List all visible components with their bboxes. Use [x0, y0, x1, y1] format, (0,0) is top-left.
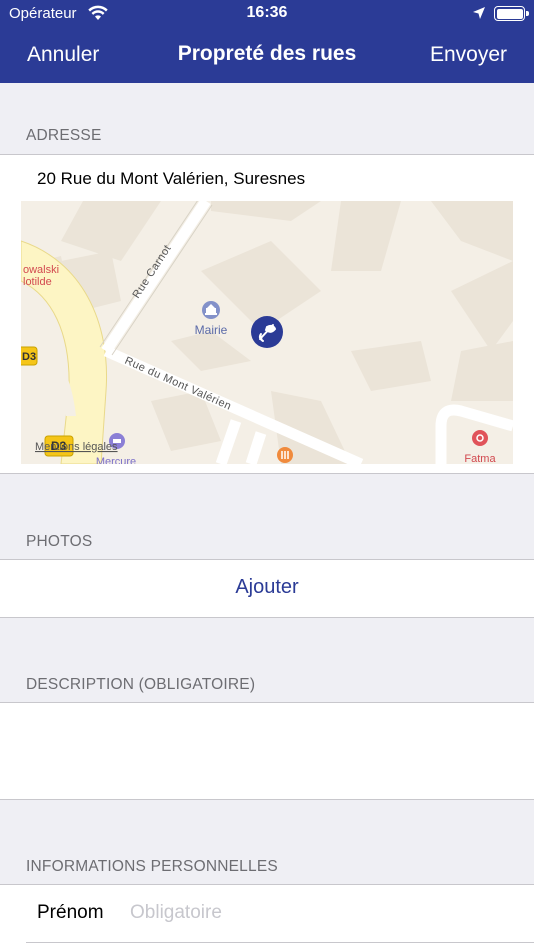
row-separator — [26, 942, 534, 943]
map-canvas: Rue Carnot Rue du Mont Valérien Mairie M… — [21, 201, 513, 464]
send-button[interactable]: Envoyer — [430, 43, 507, 67]
first-name-field[interactable] — [130, 898, 510, 928]
map-legal-link[interactable]: Mentions légales — [35, 441, 118, 453]
photos-cell: Ajouter — [0, 559, 534, 618]
address-section-header: ADRESSE — [26, 127, 102, 144]
health-icon — [472, 430, 488, 446]
location-arrow-icon — [472, 6, 486, 25]
address-text: 20 Rue du Mont Valérien, Suresnes — [37, 169, 306, 188]
first-name-row: Prénom — [0, 884, 534, 950]
restaurant-icon — [277, 447, 293, 463]
photos-section-header: PHOTOS — [26, 533, 93, 550]
status-time: 16:36 — [246, 4, 288, 21]
cleanliness-pin-icon — [251, 316, 283, 348]
battery-icon — [494, 6, 529, 21]
navigation-bar: Annuler Propreté des rues Envoyer — [0, 28, 534, 83]
poi-label-fatma: Fatma — [464, 453, 496, 464]
location-map[interactable]: Rue Carnot Rue du Mont Valérien Mairie M… — [21, 201, 513, 464]
first-name-label: Prénom — [37, 902, 104, 923]
road-badge-label: D3 — [22, 351, 36, 363]
poi-label-clotilde: lotilde — [23, 276, 52, 288]
personal-info-section-header: INFORMATIONS PERSONNELLES — [26, 858, 278, 875]
description-cell — [0, 702, 534, 800]
poi-label-mairie: Mairie — [195, 323, 228, 337]
add-photo-button[interactable]: Ajouter — [0, 576, 534, 599]
description-text-area[interactable] — [20, 713, 514, 789]
town-hall-icon — [202, 301, 220, 319]
poi-label-kowalski: owalski — [23, 264, 59, 276]
description-section-header: DESCRIPTION (OBLIGATOIRE) — [26, 676, 256, 693]
status-bar: Opérateur 16:36 — [0, 0, 534, 28]
road-badge-d3-top: D3 — [21, 346, 38, 366]
address-cell: 20 Rue du Mont Valérien, Suresnes Rue Ca… — [0, 154, 534, 474]
poi-label-mercure: Mercure — [96, 456, 136, 464]
